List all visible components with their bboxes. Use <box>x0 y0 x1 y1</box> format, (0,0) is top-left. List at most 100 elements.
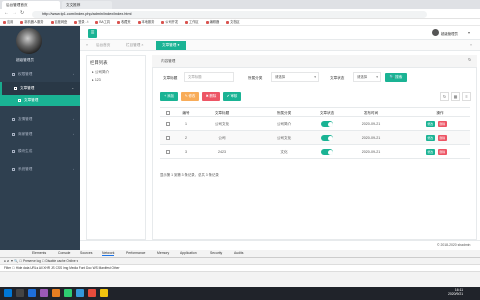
app-icon[interactable] <box>52 289 60 297</box>
link-icon <box>12 117 15 121</box>
status-toggle[interactable] <box>321 149 333 155</box>
gear-icon <box>12 167 15 171</box>
status-toggle[interactable] <box>321 121 333 127</box>
top-header <box>80 26 480 40</box>
sidebar-item-articles[interactable]: 文章管理 ⌄ <box>0 82 80 95</box>
back-icon[interactable]: ← <box>4 10 9 16</box>
sidebar-item-friends[interactable]: 友情管理 ‹ <box>0 113 80 126</box>
tab-label: 栏目管理 <box>126 43 141 47</box>
toggle-view-icon[interactable]: ≡ <box>462 92 471 101</box>
add-button[interactable]: + 添加 <box>160 92 178 101</box>
tab-columns[interactable]: 栏目管理 × <box>120 40 149 51</box>
devtools-tab-sources[interactable]: Sources <box>80 251 92 255</box>
tab-home[interactable]: 后台首页 <box>90 40 116 51</box>
chevron-left-icon: ‹ <box>73 167 74 171</box>
sidebar-item-system[interactable]: 系统管理 ‹ <box>0 163 80 176</box>
refresh-table-icon[interactable]: ↻ <box>440 92 449 101</box>
devtools-tab-network[interactable]: Network <box>102 251 115 256</box>
title-filter-input[interactable]: 文章标题 <box>184 72 234 82</box>
devtools-tab-elements[interactable]: Elements <box>32 251 46 255</box>
search-button[interactable]: 🔍 搜索 <box>385 73 407 82</box>
edit-button[interactable]: ✎ 修改 <box>181 92 199 101</box>
category-tree-panel <box>86 55 146 240</box>
tree-node[interactable]: ▸ 公司简介 <box>92 70 109 75</box>
sidebar-item-permissions[interactable]: 权限管理 ‹ <box>0 68 80 81</box>
bookmark[interactable]: 本地服务 <box>138 19 155 26</box>
bookmark[interactable]: 文档区 <box>226 19 240 26</box>
forward-icon[interactable]: → <box>12 10 17 16</box>
system-clock[interactable]: 16:11 2020/9/21 <box>448 288 463 296</box>
row-edit-button[interactable]: 修改 <box>426 121 435 127</box>
sidebar-username: 超级管理员 <box>16 58 34 62</box>
status-filter-select[interactable]: 请选择 <box>353 72 381 82</box>
copyright-text: © 2018-2020 shadmin <box>437 243 471 247</box>
select-all-checkbox[interactable] <box>166 111 170 115</box>
row-checkbox[interactable] <box>166 136 170 140</box>
devtools-tab-audits[interactable]: Audits <box>234 251 243 255</box>
app-icon[interactable] <box>64 289 72 297</box>
browser-tab-active[interactable]: 后台管理首页 <box>2 1 60 9</box>
category-filter-label: 所属分类 <box>248 76 263 80</box>
tab-articles[interactable]: 文章管理 ● <box>156 41 186 50</box>
browser-tab[interactable]: 文文推荐 <box>62 1 112 9</box>
bookmark[interactable]: 登录 - t <box>74 19 88 26</box>
sidebar-item-codegen[interactable]: 模块生成 <box>0 145 80 158</box>
bookmark[interactable]: 新机器人服务 <box>20 19 43 26</box>
columns-icon[interactable]: ▦ <box>451 92 460 101</box>
devtools-tab-performance[interactable]: Performance <box>126 251 145 255</box>
expand-icon[interactable]: ▾ <box>468 30 470 35</box>
devtools-tab-security[interactable]: Security <box>210 251 222 255</box>
app-icon[interactable] <box>40 289 48 297</box>
delete-button[interactable]: ✖ 删除 <box>202 92 220 101</box>
bookmark[interactable]: 应用 <box>3 19 13 26</box>
chevron-down-icon: ⌄ <box>71 86 74 90</box>
app-icon[interactable] <box>88 289 96 297</box>
tree-node[interactable]: ▸ 123 <box>92 78 101 82</box>
row-delete-button[interactable]: 删除 <box>438 149 447 155</box>
table-row[interactable]: 1 公司文化 公司简介 2020-09-21 修改 删除 <box>160 117 470 131</box>
devtools-tab-memory[interactable]: Memory <box>157 251 169 255</box>
page-footer <box>80 240 480 250</box>
panel-title: 内容管理 <box>152 55 477 68</box>
menu-toggle-button[interactable]: ≡ <box>88 28 97 38</box>
devtools-filter-bar[interactable]: Filter ☐ Hide data URLs All XHR JS CSS I… <box>0 265 480 272</box>
bookmark[interactable]: 编辑器 <box>206 19 220 26</box>
header-username[interactable]: 超级管理员 <box>441 31 458 36</box>
bookmark[interactable]: 工作区 <box>185 19 199 26</box>
reload-icon[interactable]: ↻ <box>20 10 24 16</box>
bookmark[interactable]: 收藏夹 <box>117 19 131 26</box>
row-checkbox[interactable] <box>166 122 170 126</box>
search-icon[interactable] <box>16 289 24 297</box>
url-input[interactable]: http://www.tp1.com/index.php/admin/index… <box>32 10 427 18</box>
devtools-tab-application[interactable]: Application <box>180 251 197 255</box>
sidebar-subitem-articles[interactable]: 文章管理 <box>0 95 80 106</box>
bookmark[interactable]: 公司开发 <box>161 19 178 26</box>
row-checkbox[interactable] <box>166 150 170 154</box>
app-icon[interactable] <box>76 289 84 297</box>
refresh-icon[interactable]: ↻ <box>468 57 471 62</box>
tabs-scroll-right-icon[interactable]: » <box>464 40 478 51</box>
hamburger-icon: ≡ <box>90 29 95 36</box>
row-edit-button[interactable]: 修改 <box>426 135 435 141</box>
cell-title: 公司文化 <box>214 122 230 126</box>
devtools-tab-console[interactable]: Console <box>58 251 70 255</box>
devtools-toolbar[interactable]: ● ⊘ ▼ 🔍 ☐ Preserve log ☐ Disable cache O… <box>0 258 480 265</box>
bookmark[interactable]: 百度网盘 <box>51 19 68 26</box>
row-delete-button[interactable]: 删除 <box>438 121 447 127</box>
header-avatar[interactable] <box>432 29 439 36</box>
row-delete-button[interactable]: 删除 <box>438 135 447 141</box>
app-icon[interactable] <box>100 289 108 297</box>
table-row[interactable]: 2 公司 公司文化 2020-09-21 修改 删除 <box>160 131 470 145</box>
start-icon[interactable] <box>4 289 12 297</box>
cell-title: 公司 <box>218 136 226 140</box>
review-button-label: 审核 <box>230 94 238 98</box>
category-filter-select[interactable]: 请选择 <box>271 72 319 82</box>
table-row[interactable]: 3 2423 文化 2020-09-21 修改 删除 <box>160 145 470 159</box>
app-icon[interactable] <box>28 289 36 297</box>
sidebar-item-merchants[interactable]: 商家管理 ‹ <box>0 128 80 141</box>
bookmark[interactable]: BA工具 <box>95 19 110 26</box>
review-button[interactable]: ✔ 审核 <box>223 92 241 101</box>
file-icon <box>18 98 21 102</box>
status-toggle[interactable] <box>321 135 333 141</box>
row-edit-button[interactable]: 修改 <box>426 149 435 155</box>
